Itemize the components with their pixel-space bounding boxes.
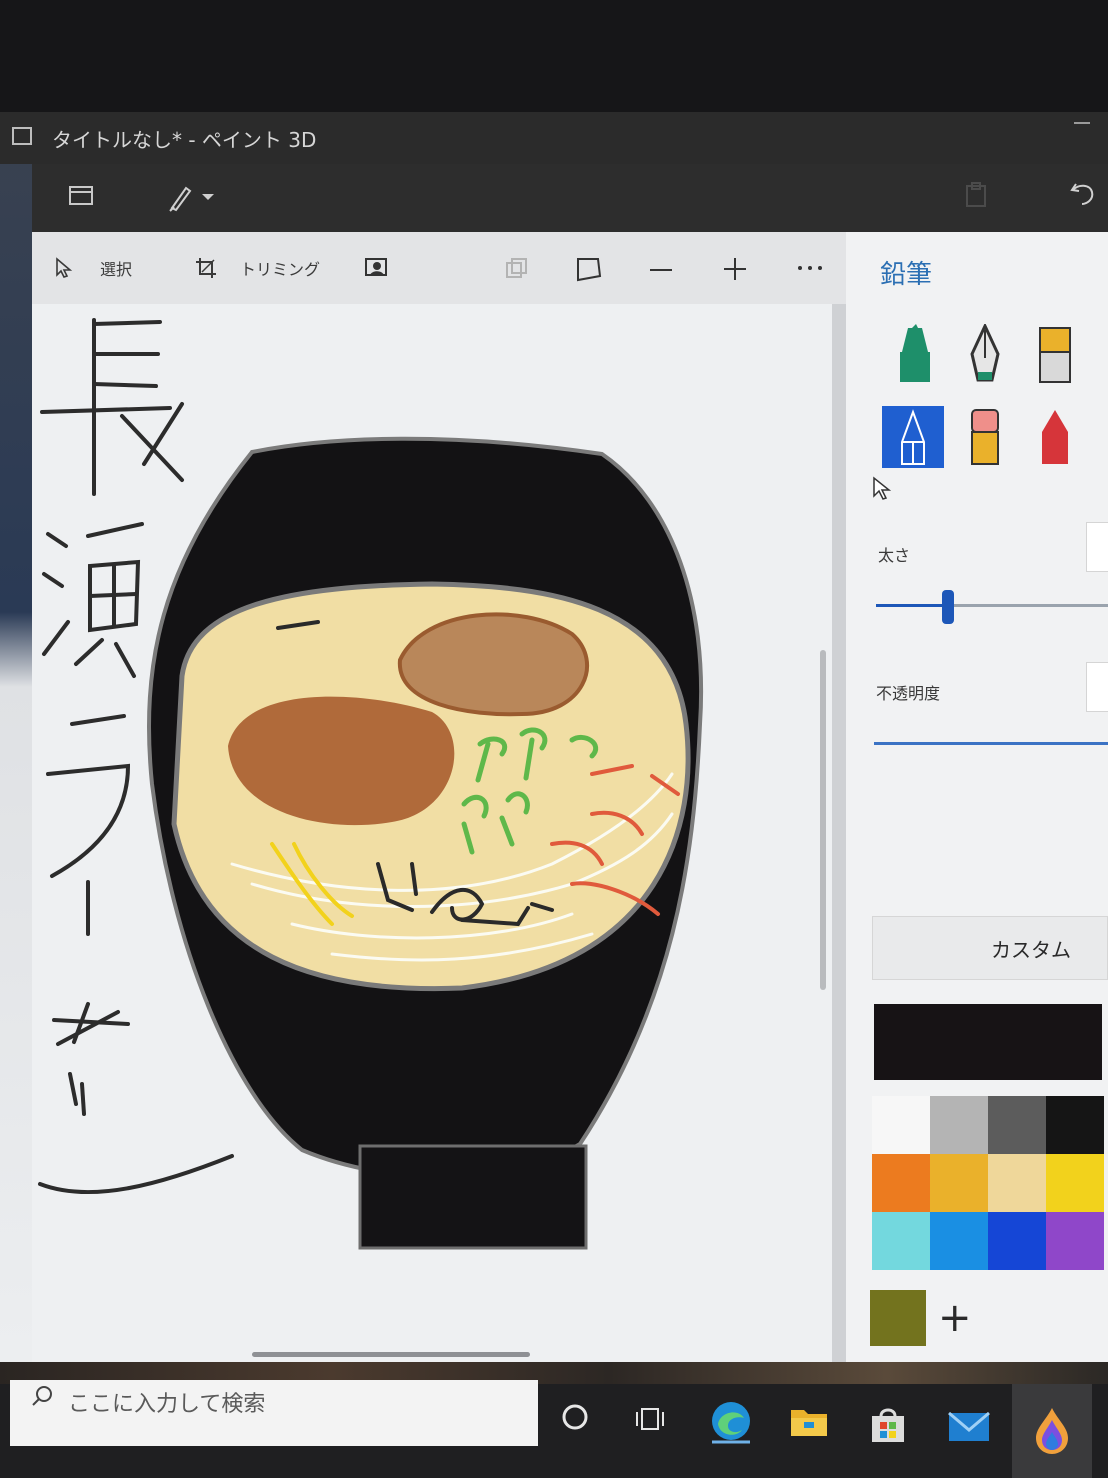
search-placeholder: ここに入力して検索 [68, 1392, 266, 1417]
opacity-value-box[interactable] [1086, 662, 1108, 712]
palette-swatch[interactable] [988, 1154, 1046, 1212]
opacity-slider-track[interactable] [874, 742, 1108, 745]
palette-swatch[interactable] [930, 1212, 988, 1270]
app-icon [12, 127, 32, 145]
drawing-canvas[interactable] [32, 304, 832, 1362]
marker-tool[interactable] [884, 324, 946, 386]
monitor-bezel [0, 0, 1108, 112]
crop-icon [196, 258, 216, 278]
custom-color-swatch[interactable] [870, 1290, 926, 1346]
eraser-tool[interactable] [954, 406, 1016, 468]
canvas-vertical-scrollbar[interactable] [820, 650, 826, 990]
crayon-tool[interactable] [1024, 406, 1086, 468]
mail-icon[interactable] [946, 1410, 992, 1444]
marker-icon [900, 324, 930, 382]
thickness-label: 太さ [878, 546, 911, 565]
pane-divider [832, 304, 846, 1362]
paste-icon[interactable] [962, 180, 992, 210]
crayon-icon [1042, 410, 1068, 464]
search-icon [32, 1386, 52, 1406]
task-view-icon[interactable] [634, 1404, 668, 1434]
oil-brush-icon [1039, 327, 1071, 383]
calligraphy-pen-icon [970, 322, 1000, 382]
cortana-icon[interactable] [560, 1402, 590, 1432]
file-explorer-icon[interactable] [788, 1404, 830, 1440]
panel-title: 鉛筆 [880, 260, 933, 290]
palette-swatch[interactable] [1046, 1212, 1104, 1270]
select-button[interactable]: 選択 [54, 256, 132, 280]
thickness-slider-thumb[interactable] [942, 590, 954, 624]
custom-color-button[interactable]: カスタム [872, 916, 1108, 980]
crop-label: トリミング [240, 260, 321, 279]
minimize-button[interactable] [1074, 122, 1090, 124]
current-color-swatch [874, 1004, 1102, 1080]
select-arrow-icon [56, 257, 73, 278]
palette-swatch[interactable] [872, 1212, 930, 1270]
eraser-icon [971, 409, 999, 465]
mouse-pointer-icon [873, 476, 892, 500]
edge-browser-icon[interactable] [708, 1398, 754, 1444]
menu-folder-icon[interactable] [68, 184, 96, 208]
color-palette [872, 1096, 1104, 1270]
palette-swatch[interactable] [930, 1096, 988, 1154]
canvas-horizontal-scrollbar[interactable] [252, 1352, 530, 1357]
more-options-icon[interactable] [796, 260, 824, 276]
palette-swatch[interactable] [872, 1096, 930, 1154]
crop-button[interactable]: トリミング [194, 256, 320, 280]
palette-swatch[interactable] [988, 1096, 1046, 1154]
thickness-slider-track[interactable] [876, 604, 1108, 607]
palette-swatch[interactable] [1046, 1096, 1104, 1154]
palette-swatch[interactable] [1046, 1154, 1104, 1212]
zoom-out-icon[interactable] [648, 258, 674, 282]
magic-select-icon[interactable] [364, 256, 390, 282]
store-icon[interactable] [866, 1404, 910, 1444]
paint-3d-icon[interactable] [1030, 1406, 1074, 1456]
add-color-button[interactable]: + [938, 1294, 972, 1342]
pencil-icon [901, 409, 925, 465]
palette-swatch[interactable] [930, 1154, 988, 1212]
undo-icon[interactable] [1068, 178, 1100, 210]
select-label: 選択 [100, 260, 133, 279]
ramen-bowl-drawing [147, 436, 704, 1250]
background-window-edge [0, 112, 32, 1362]
opacity-label: 不透明度 [876, 684, 941, 703]
palette-swatch[interactable] [988, 1212, 1046, 1270]
window-title: タイトルなし* - ペイント 3D [52, 128, 317, 152]
zoom-in-icon[interactable] [722, 256, 748, 282]
copy-icon[interactable] [504, 256, 530, 282]
thickness-value-box[interactable] [1086, 522, 1108, 572]
oil-brush-tool[interactable] [1024, 324, 1086, 386]
custom-label: カスタム [991, 937, 1071, 962]
calligraphy-pen-tool[interactable] [954, 322, 1016, 386]
pencil-tool[interactable] [882, 406, 944, 468]
flip-icon[interactable] [574, 254, 604, 284]
palette-swatch[interactable] [872, 1154, 930, 1212]
brushes-icon[interactable] [166, 180, 218, 214]
